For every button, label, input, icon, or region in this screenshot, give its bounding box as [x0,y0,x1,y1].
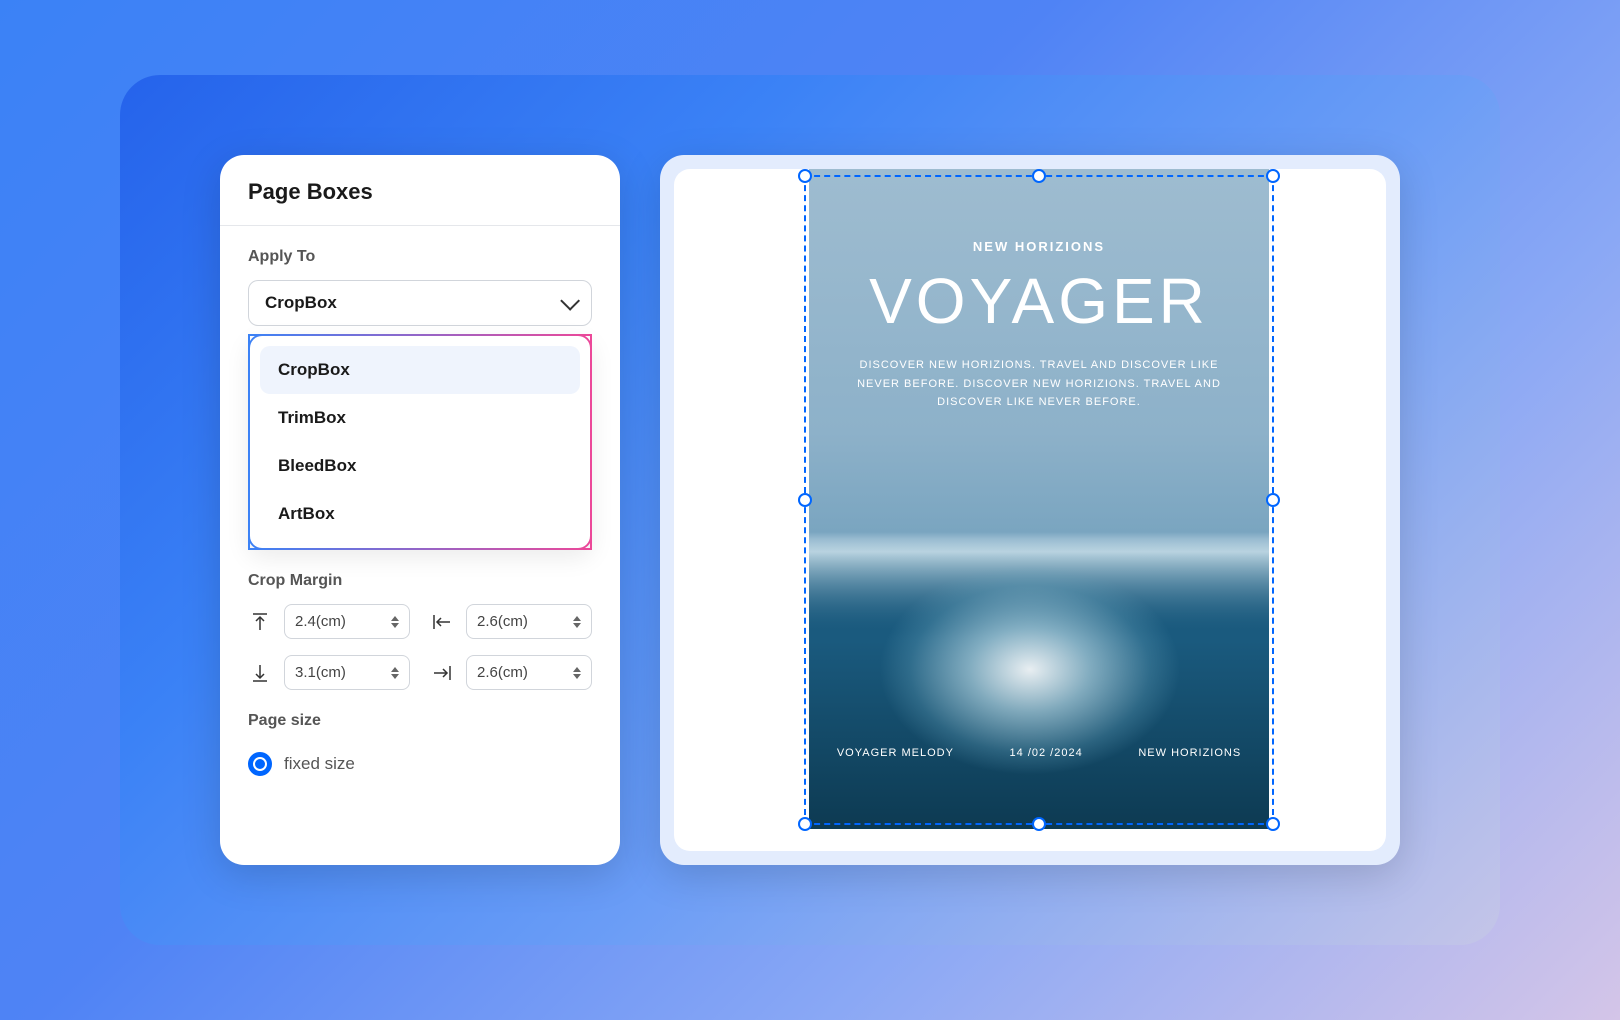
preview-container: NEW HORIZIONS VOYAGER DISCOVER NEW HORIZ… [660,155,1400,865]
page-size-label: Page size [220,690,620,744]
margin-left-input[interactable]: 2.6(cm) [466,604,592,639]
handle-bottom-right[interactable] [1266,817,1280,831]
page-boxes-panel: Page Boxes Apply To CropBox CropBox Trim… [220,155,620,865]
doc-subtitle: NEW HORIZIONS [973,239,1105,254]
margin-right-value: 2.6(cm) [477,664,528,681]
margin-right-icon [430,661,454,685]
crop-margin-label: Crop Margin [220,550,620,604]
apply-to-dropdown: CropBox TrimBox BleedBox ArtBox [248,334,592,550]
apply-to-label: Apply To [220,226,620,280]
margin-top-input[interactable]: 2.4(cm) [284,604,410,639]
fixed-size-label: fixed size [284,754,355,774]
margin-bottom-input[interactable]: 3.1(cm) [284,655,410,690]
app-container: Page Boxes Apply To CropBox CropBox Trim… [120,75,1500,945]
stepper-arrows-icon[interactable] [573,667,581,679]
apply-to-select[interactable]: CropBox [248,280,592,326]
document-preview: NEW HORIZIONS VOYAGER DISCOVER NEW HORIZ… [809,169,1269,829]
handle-top-center[interactable] [1032,169,1046,183]
fixed-size-radio[interactable] [248,752,272,776]
doc-description: DISCOVER NEW HORIZIONS. TRAVEL AND DISCO… [809,356,1269,412]
margin-bottom-icon [248,661,272,685]
doc-footer-right: NEW HORIZIONS [1138,747,1241,759]
handle-bottom-left[interactable] [798,817,812,831]
doc-footer: VOYAGER MELODY 14 /02 /2024 NEW HORIZION… [809,747,1269,759]
doc-title: VOYAGER [869,264,1209,338]
handle-top-left[interactable] [798,169,812,183]
preview-canvas[interactable]: NEW HORIZIONS VOYAGER DISCOVER NEW HORIZ… [674,169,1386,851]
margin-left-icon [430,610,454,634]
stepper-arrows-icon[interactable] [391,667,399,679]
handle-middle-left[interactable] [798,493,812,507]
handle-middle-right[interactable] [1266,493,1280,507]
chevron-down-icon [560,291,580,311]
dropdown-option-trimbox[interactable]: TrimBox [260,394,580,442]
dropdown-option-artbox[interactable]: ArtBox [260,490,580,538]
margin-top-value: 2.4(cm) [295,613,346,630]
handle-bottom-center[interactable] [1032,817,1046,831]
margin-left-value: 2.6(cm) [477,613,528,630]
margin-right-input[interactable]: 2.6(cm) [466,655,592,690]
dropdown-option-cropbox[interactable]: CropBox [260,346,580,394]
margin-grid: 2.4(cm) 2.6(cm) 3.1(cm) [220,604,620,690]
margin-top-icon [248,610,272,634]
select-value: CropBox [265,293,337,313]
panel-title: Page Boxes [220,179,620,226]
stepper-arrows-icon[interactable] [573,616,581,628]
margin-bottom-value: 3.1(cm) [295,664,346,681]
stepper-arrows-icon[interactable] [391,616,399,628]
doc-footer-left: VOYAGER MELODY [837,747,954,759]
handle-top-right[interactable] [1266,169,1280,183]
dropdown-option-bleedbox[interactable]: BleedBox [260,442,580,490]
doc-footer-center: 14 /02 /2024 [1010,747,1083,759]
